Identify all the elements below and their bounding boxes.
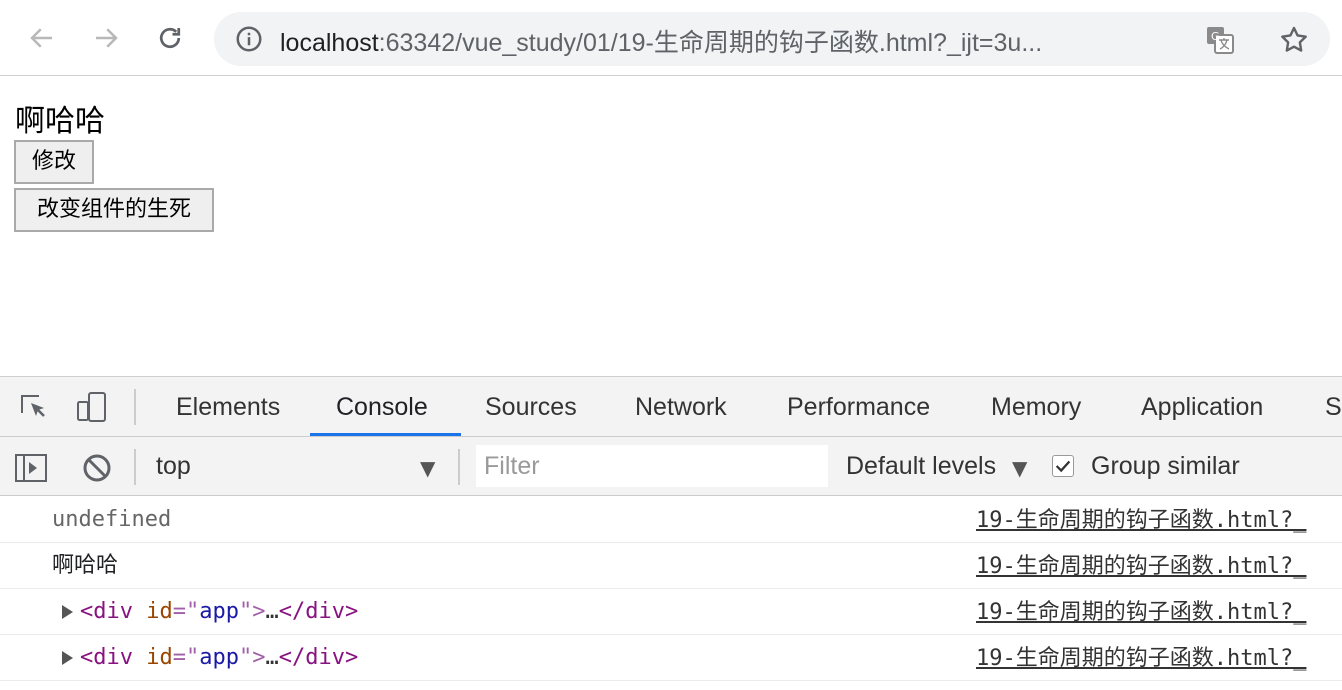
- console-row: undefined 19-生命周期的钩子函数.html?_: [0, 497, 1342, 543]
- browser-toolbar: localhost:63342/vue_study/01/19-生命周期的钩子函…: [0, 0, 1342, 76]
- tag-close: </div>: [278, 645, 359, 670]
- url-path: :63342/vue_study/01/19-生命周期的钩子函数.html?_i…: [378, 29, 1043, 57]
- devtools-panel: Elements Console Sources Network Perform…: [0, 376, 1342, 690]
- devtools-tabbar: Elements Console Sources Network Perform…: [0, 377, 1342, 437]
- console-row: <div id="app">…</div> 19-生命周期的钩子函数.html?…: [0, 589, 1342, 635]
- toggle-life-button[interactable]: 改变组件的生死: [14, 188, 214, 232]
- filter-input[interactable]: [476, 445, 828, 487]
- translate-icon[interactable]: G: [1204, 24, 1236, 56]
- console-row: <div id="app">…</div> 19-生命周期的钩子函数.html?…: [0, 635, 1342, 681]
- console-row: 啊哈哈 19-生命周期的钩子函数.html?_: [0, 543, 1342, 589]
- tab-network[interactable]: Network: [635, 377, 727, 436]
- console-source-link[interactable]: 19-生命周期的钩子函数.html?_: [976, 543, 1342, 589]
- arrow-left-icon: [30, 28, 52, 48]
- console-source-link[interactable]: 19-生命周期的钩子函数.html?_: [976, 589, 1342, 635]
- arrow-right-icon: [96, 28, 118, 48]
- back-button[interactable]: [24, 20, 60, 56]
- tab-elements[interactable]: Elements: [176, 377, 280, 436]
- checkmark-icon: [1055, 460, 1071, 473]
- url-host: localhost: [280, 29, 379, 57]
- reload-icon: [159, 27, 181, 49]
- console-element[interactable]: <div id="app">…</div>: [80, 635, 358, 681]
- show-sidebar-icon[interactable]: [14, 451, 48, 485]
- expand-triangle-icon[interactable]: [62, 605, 73, 619]
- address-bar[interactable]: localhost:63342/vue_study/01/19-生命周期的钩子函…: [214, 12, 1330, 66]
- console-source-link[interactable]: 19-生命周期的钩子函数.html?_: [976, 635, 1342, 681]
- console-toolbar: top ▼ Default levels ▼ Group similar: [0, 437, 1342, 496]
- tab-console[interactable]: Console: [336, 377, 428, 436]
- tag-open: <div: [80, 599, 133, 624]
- active-tab-indicator: [310, 433, 461, 436]
- forward-button[interactable]: [88, 20, 124, 56]
- inspect-element-icon[interactable]: [16, 389, 52, 425]
- consolebar-divider: [134, 449, 136, 485]
- tab-security-partial[interactable]: S: [1325, 377, 1342, 436]
- attr-eq: =": [172, 599, 200, 624]
- reload-button[interactable]: [152, 20, 188, 56]
- tag-open: <div: [80, 645, 133, 670]
- tab-application[interactable]: Application: [1141, 377, 1263, 436]
- info-icon[interactable]: [234, 24, 264, 54]
- console-message: undefined: [52, 507, 172, 532]
- tab-sources[interactable]: Sources: [485, 377, 577, 436]
- tabbar-divider: [134, 389, 136, 425]
- consolebar-divider: [458, 449, 460, 485]
- context-selector[interactable]: top: [156, 437, 446, 495]
- console-source-link[interactable]: 19-生命周期的钩子函数.html?_: [976, 497, 1342, 543]
- context-dropdown-icon[interactable]: ▼: [420, 456, 435, 480]
- ellipsis: …: [265, 645, 279, 670]
- console-element[interactable]: <div id="app">…</div>: [80, 589, 358, 635]
- url-text[interactable]: localhost:63342/vue_study/01/19-生命周期的钩子函…: [280, 23, 1180, 59]
- modify-button[interactable]: 修改: [14, 140, 94, 184]
- attr-value: app: [199, 645, 239, 670]
- attr-value: app: [199, 599, 239, 624]
- attr-close: ">: [238, 645, 266, 670]
- attr-name: id: [146, 645, 173, 670]
- attr-name: id: [146, 599, 173, 624]
- device-toolbar-icon[interactable]: [74, 389, 110, 425]
- tab-memory[interactable]: Memory: [991, 377, 1081, 436]
- levels-dropdown-icon[interactable]: ▼: [1012, 456, 1027, 480]
- console-messages: undefined 19-生命周期的钩子函数.html?_ 啊哈哈 19-生命周…: [0, 497, 1342, 681]
- group-similar-checkbox[interactable]: [1052, 455, 1074, 477]
- expand-triangle-icon[interactable]: [62, 651, 73, 665]
- page-message: 啊哈哈: [15, 104, 105, 139]
- console-message: 啊哈哈: [52, 553, 119, 578]
- tab-performance[interactable]: Performance: [787, 377, 930, 436]
- tag-close: </div>: [278, 599, 359, 624]
- group-similar-label: Group similar: [1091, 452, 1240, 480]
- attr-eq: =": [172, 645, 200, 670]
- star-icon[interactable]: [1278, 24, 1310, 56]
- log-levels-select[interactable]: Default levels: [846, 437, 996, 495]
- attr-close: ">: [238, 599, 266, 624]
- ellipsis: …: [265, 599, 279, 624]
- svg-text:G: G: [1211, 30, 1220, 43]
- clear-console-icon[interactable]: [80, 451, 114, 485]
